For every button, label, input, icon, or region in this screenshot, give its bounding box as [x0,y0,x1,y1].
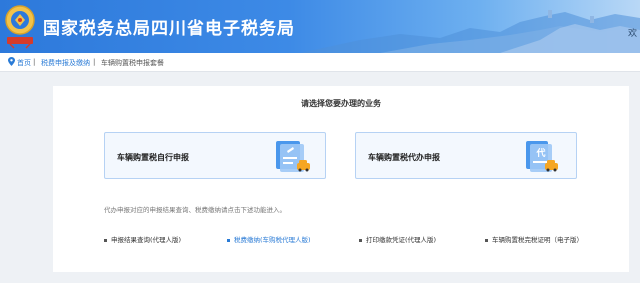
card-label: 车辆购置税代办申报 [368,153,440,162]
bullet [104,238,107,242]
link-label: 打印缴款凭证(代理人版) [366,236,437,244]
site-title: 国家税务总局四川省电子税务局 [43,19,295,39]
breadcrumb-home[interactable]: 首页 [17,58,31,68]
welcome-text: 欢 [628,29,638,39]
proxy-hint-note: 代办申报对应的申报结果查询、税费缴纳请点击下述功能进入。 [104,206,286,214]
bullet [227,238,230,242]
link-label: 申报结果查询(代理人版) [111,236,182,244]
link-label: 税费缴纳(车购税代理人版) [234,236,311,244]
breadcrumb-current: 车辆购置税申报套餐 [101,59,164,67]
document-car-icon [276,141,310,172]
card-label: 车辆购置税自行申报 [117,153,189,162]
bullet [359,238,362,242]
breadcrumb-section[interactable]: 税费申报及缴纳 [41,58,90,68]
proxy-badge-text: 代 [535,147,545,159]
breadcrumb-separator: | [33,58,36,66]
location-pin-icon [8,57,15,66]
breadcrumb-separator: | [93,58,96,66]
selection-prompt: 请选择您要办理的业务 [301,99,381,108]
proxy-document-car-icon: 代 [526,141,558,172]
link-tax-certificate[interactable]: 车辆购置税完税证明（电子版） [485,234,583,244]
link-label: 车辆购置税完税证明（电子版） [492,236,583,244]
business-selection-panel: 请选择您要办理的业务 车辆购置税自行申报 车辆购置税代办申报 代 代办申报对应的… [53,86,629,272]
self-declaration-card[interactable]: 车辆购置税自行申报 [104,132,326,179]
proxy-declaration-card[interactable]: 车辆购置税代办申报 代 [355,132,577,179]
link-declaration-result-query[interactable]: 申报结果查询(代理人版) [104,234,181,244]
bullet [485,238,488,242]
breadcrumb: 首页 | 税费申报及缴纳 | 车辆购置税申报套餐 [0,53,640,72]
site-header: 国家税务总局四川省电子税务局 欢 [0,0,640,53]
link-tax-payment[interactable]: 税费缴纳(车购税代理人版) [227,234,311,244]
tax-emblem-icon [5,5,35,49]
link-print-payment-voucher[interactable]: 打印缴款凭证(代理人版) [359,234,436,244]
